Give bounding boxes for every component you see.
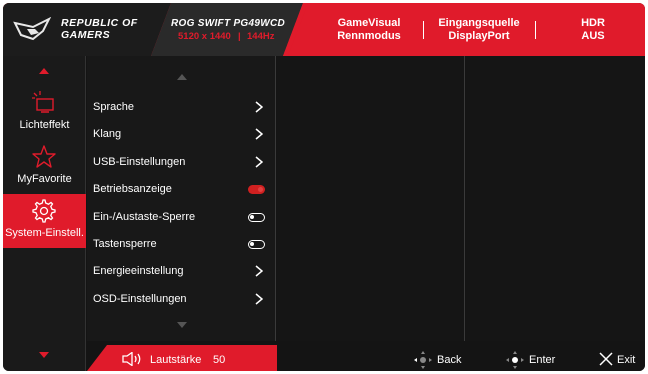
chevron-right-icon [255,293,263,305]
power-key-lock-toggle[interactable] [248,213,265,222]
menu-item-klang[interactable]: Klang [93,123,269,145]
menu-item-power-key-lock[interactable]: Ein-/Austaste-Sperre [93,206,269,228]
scroll-down-icon[interactable] [39,352,49,358]
sidebar-item-label: Lichteffekt [19,119,70,131]
enter-label: Enter [529,354,556,366]
key-lock-toggle[interactable] [248,240,265,249]
resolution-separator: | [238,31,241,42]
sidebar-item-myfavorite[interactable]: MyFavorite [3,140,86,192]
sidebar-item-label: MyFavorite [17,173,72,185]
menu-item-sprache[interactable]: Sprache [93,96,269,118]
menu-item-usb-settings[interactable]: USB-Einstellungen [93,151,269,173]
menu-item-label: OSD-Einstellungen [93,293,187,305]
joystick-enter-icon [506,351,524,369]
settings-menu: Sprache Klang USB-Einstellungen Betriebs… [87,56,276,341]
model-name: ROG SWIFT PG49WCD [171,18,285,29]
chevron-right-icon [255,128,263,140]
menu-item-label: Betriebsanzeige [93,183,172,195]
category-sidebar: Lichteffekt MyFavorite System-Einstell. [3,56,86,371]
sidebar-item-lichteffekt[interactable]: Lichteffekt [3,86,86,138]
power-indicator-toggle[interactable] [248,185,265,194]
header-separator [535,21,536,39]
chevron-right-icon [255,101,263,113]
footer-bar: Lautstärke 50 Back Enter Exit [87,341,645,371]
menu-item-key-lock[interactable]: Tastensperre [93,233,269,255]
menu-scroll-down-icon[interactable] [177,322,187,328]
exit-button[interactable]: Exit [599,350,643,370]
menu-item-osd-settings[interactable]: OSD-Einstellungen [93,288,269,310]
back-button[interactable]: Back [413,350,465,370]
volume-label: Lautstärke [150,354,202,366]
hdr-value: AUS [581,30,605,42]
menu-item-label: Klang [93,128,122,140]
volume-value: 50 [213,354,226,366]
model-resolution: 5120 x 1440 [178,31,231,42]
menu-scroll-up-icon[interactable] [177,74,187,80]
speaker-icon [122,352,141,366]
value-panel [466,56,645,341]
chevron-right-icon [255,265,263,277]
rog-logo-icon [13,17,52,41]
enter-button[interactable]: Enter [505,350,561,370]
model-refresh: 144Hz [247,31,275,42]
header-separator [423,21,424,39]
gamevisual-value: Rennmodus [337,30,401,42]
input-label: Eingangsquelle [438,17,520,29]
sidebar-item-label: System-Einstell. [5,227,84,239]
menu-item-label: Sprache [93,101,134,113]
star-icon [32,145,56,168]
exit-label: Exit [617,354,636,366]
menu-item-label: USB-Einstellungen [93,156,186,168]
menu-item-betriebsanzeige[interactable]: Betriebsanzeige [93,178,269,200]
close-icon [599,352,613,366]
menu-item-label: Tastensperre [93,238,157,250]
osd-window: REPUBLIC OF GAMERS ROG SWIFT PG49WCD 512… [3,3,645,371]
light-effect-icon [32,91,54,113]
header-bar: REPUBLIC OF GAMERS ROG SWIFT PG49WCD 512… [3,3,645,56]
chevron-right-icon [255,156,263,168]
gamevisual-label: GameVisual [337,17,401,29]
menu-item-label: Ein-/Austaste-Sperre [93,211,196,223]
hdr-label: HDR [581,17,605,29]
back-label: Back [437,354,462,366]
menu-item-energy-settings[interactable]: Energieeinstellung [93,260,269,282]
brand-line2: GAMERS [61,29,111,41]
sidebar-item-system-settings[interactable]: System-Einstell. [3,194,86,248]
gear-icon [32,199,56,223]
joystick-back-icon [414,351,432,369]
menu-item-label: Energieeinstellung [93,265,184,277]
scroll-up-icon[interactable] [39,68,49,74]
submenu-panel [277,56,465,341]
input-value: DisplayPort [448,30,510,42]
